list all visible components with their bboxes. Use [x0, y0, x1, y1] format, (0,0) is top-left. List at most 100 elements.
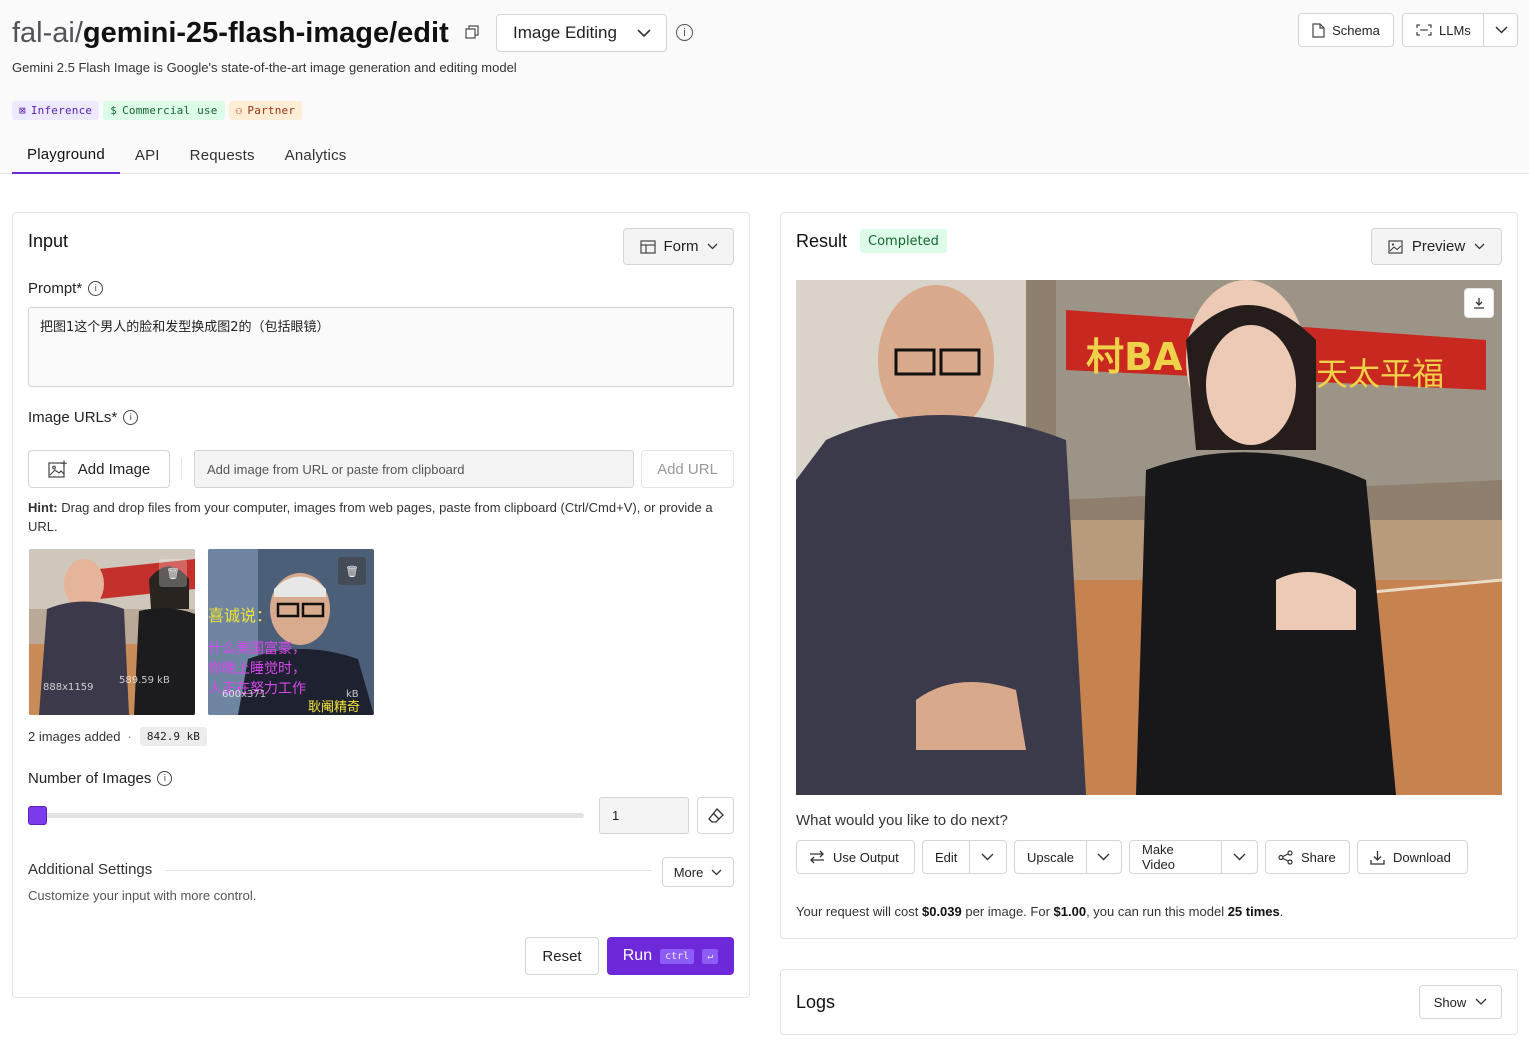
badge-commercial: $ Commercial use — [103, 101, 225, 120]
input-title: Input — [28, 231, 69, 251]
images-count: 2 images added — [28, 729, 121, 744]
download-icon — [1370, 850, 1385, 865]
badge-partner: ⚇ Partner — [228, 101, 303, 120]
trash-icon[interactable]: 🗑 — [159, 559, 187, 587]
info-icon[interactable]: i — [157, 771, 173, 786]
info-icon[interactable]: i — [123, 410, 139, 425]
reset-field-button[interactable] — [697, 797, 734, 834]
chevron-down-icon — [707, 243, 718, 250]
make-video-button[interactable]: Make Video — [1129, 840, 1258, 874]
edit-dropdown-toggle[interactable] — [969, 841, 1005, 873]
logs-title: Logs — [796, 992, 836, 1012]
download-button[interactable]: Download — [1357, 840, 1468, 874]
upload-hint: Hint: Drag and drop files from your comp… — [28, 500, 713, 534]
kbd-enter: ↵ — [702, 948, 719, 964]
add-image-button[interactable]: Add Image — [28, 450, 170, 488]
image-icon — [1388, 239, 1403, 254]
result-photo-placeholder: 村BA 天太平福 — [796, 280, 1502, 795]
dollar-icon: $ — [110, 104, 118, 117]
schema-button[interactable]: Schema — [1298, 13, 1394, 47]
separator — [181, 458, 182, 480]
svg-text:你晚上睡觉时，: 你晚上睡觉时， — [208, 661, 306, 677]
images-summary: 2 images added · 842.9 kB — [28, 727, 207, 746]
edit-button[interactable]: Edit — [922, 840, 1007, 874]
preview-select[interactable]: Preview — [1371, 228, 1502, 265]
category-select[interactable]: Image Editing — [496, 14, 667, 52]
svg-text:天太平福: 天太平福 — [1316, 355, 1444, 393]
prompt-label: Prompt* i — [28, 280, 104, 297]
more-settings-button[interactable]: More — [662, 857, 734, 887]
chevron-down-icon — [981, 853, 994, 861]
grid-icon: ⊠ — [19, 104, 26, 117]
svg-text:耿阉精奇: 耿阉精奇 — [308, 699, 360, 715]
svg-text:村BA: 村BA — [1086, 335, 1183, 379]
llms-button[interactable]: LLMs — [1402, 13, 1518, 47]
model-description: Gemini 2.5 Flash Image is Google's state… — [12, 60, 517, 75]
cost-estimate: Your request will cost $0.039 per image.… — [796, 904, 1284, 919]
run-button[interactable]: Run ctrl ↵ — [607, 937, 734, 975]
logs-panel — [780, 969, 1518, 1035]
users-icon: ⚇ — [235, 104, 243, 117]
additional-settings-description: Customize your input with more control. — [28, 888, 257, 903]
eraser-icon — [707, 807, 724, 824]
make-video-dropdown-toggle[interactable] — [1221, 841, 1257, 873]
num-images-slider-track[interactable] — [40, 813, 584, 818]
svg-text:什么美国富豪，: 什么美国富豪， — [208, 640, 306, 657]
tab-bar: Playground API Requests Analytics — [12, 136, 361, 174]
share-icon — [1278, 849, 1293, 865]
tab-playground[interactable]: Playground — [12, 136, 120, 174]
tab-analytics[interactable]: Analytics — [270, 136, 362, 174]
chevron-down-icon — [711, 869, 722, 876]
result-title: Result — [796, 231, 848, 251]
kbd-ctrl: ctrl — [660, 948, 695, 964]
page-title: fal-ai/ gemini-25-flash-image/edit — [12, 14, 481, 52]
tab-api[interactable]: API — [120, 136, 175, 174]
add-url-button[interactable]: Add URL — [641, 450, 734, 488]
chevron-down-icon — [1475, 998, 1487, 1006]
image-urls-label: Image URLs* i — [28, 409, 139, 426]
num-images-slider-thumb[interactable] — [28, 806, 47, 825]
additional-settings-label: Additional Settings — [28, 861, 153, 878]
use-output-button[interactable]: Use Output — [796, 840, 915, 874]
reset-button[interactable]: Reset — [525, 937, 599, 975]
table-icon — [639, 239, 656, 254]
title-model: gemini-25-flash-image/edit — [82, 16, 449, 49]
input-image-thumbnail[interactable]: 喜诚说： 什么美国富豪， 你晚上睡觉时， 人正在努力工作 耿阉精奇 600x37… — [208, 549, 374, 715]
info-icon[interactable]: i — [88, 281, 104, 296]
chevron-down-icon — [1233, 853, 1246, 861]
trash-icon[interactable]: 🗑 — [338, 557, 366, 585]
prompt-textarea[interactable]: 把图1这个男人的脸和发型换成图2的（包括眼镜） — [28, 307, 734, 387]
copy-icon[interactable] — [465, 25, 481, 41]
info-icon[interactable]: i — [676, 24, 693, 41]
file-icon — [1312, 22, 1325, 38]
chevron-down-icon — [1474, 243, 1485, 250]
image-filesize: kB — [346, 689, 359, 700]
badge-inference: ⊠ Inference — [12, 101, 100, 120]
image-dimensions: 888x1159 — [43, 682, 94, 693]
scan-icon — [1416, 24, 1432, 36]
tab-requests[interactable]: Requests — [175, 136, 270, 174]
image-url-input[interactable]: Add image from URL or paste from clipboa… — [194, 450, 634, 488]
status-badge: Completed — [860, 229, 947, 253]
chevron-down-icon — [636, 28, 652, 38]
result-image[interactable]: 村BA 天太平福 — [796, 280, 1502, 795]
num-images-input[interactable]: 1 — [599, 797, 689, 834]
category-label: Image Editing — [513, 23, 617, 42]
swap-icon — [809, 850, 825, 864]
title-namespace: fal-ai/ — [12, 16, 83, 49]
upscale-button[interactable]: Upscale — [1014, 840, 1122, 874]
divider — [165, 870, 652, 871]
svg-text:喜诚说：: 喜诚说： — [208, 606, 272, 625]
chevron-down-icon — [1097, 853, 1110, 861]
llms-dropdown-toggle[interactable] — [1483, 14, 1518, 46]
total-size-badge: 842.9 kB — [139, 727, 207, 746]
image-add-icon — [48, 460, 68, 478]
image-dimensions: 600x371 — [222, 689, 267, 700]
form-mode-select[interactable]: Form — [623, 228, 734, 265]
input-image-thumbnail[interactable]: 888x1159 589.59 kB 🗑 — [29, 549, 195, 715]
image-filesize: 589.59 kB — [119, 675, 170, 686]
upscale-dropdown-toggle[interactable] — [1085, 841, 1121, 873]
share-button[interactable]: Share — [1265, 840, 1350, 874]
download-icon[interactable] — [1464, 288, 1494, 318]
logs-show-button[interactable]: Show — [1419, 985, 1502, 1019]
